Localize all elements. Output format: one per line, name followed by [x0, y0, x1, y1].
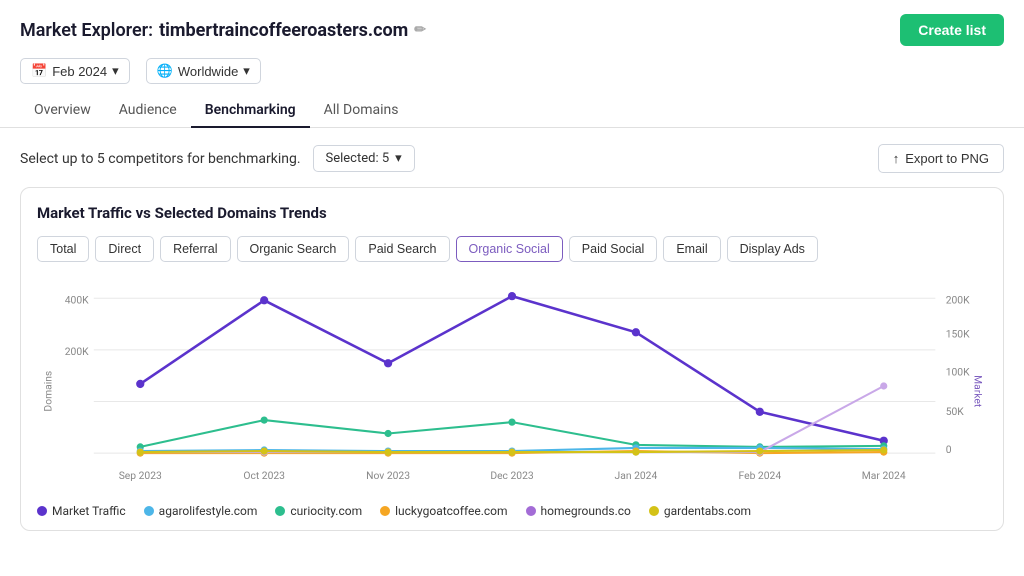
legend-curio: curiocity.com — [275, 504, 362, 518]
svg-text:Nov 2023: Nov 2023 — [366, 469, 410, 482]
svg-text:200K: 200K — [946, 293, 970, 306]
traffic-tabs: Total Direct Referral Organic Search Pai… — [37, 236, 987, 262]
legend-lucky: luckygoatcoffee.com — [380, 504, 507, 518]
header-title: Market Explorer: timbertraincoffeeroaste… — [20, 20, 426, 41]
chart-title: Market Traffic vs Selected Domains Trend… — [37, 204, 987, 222]
legend-dot-lucky — [380, 506, 390, 516]
tab-benchmarking[interactable]: Benchmarking — [191, 94, 310, 128]
traffic-tab-email[interactable]: Email — [663, 236, 720, 262]
export-button[interactable]: ↑ Export to PNG — [878, 144, 1004, 173]
header: Market Explorer: timbertraincoffeeroaste… — [0, 0, 1024, 54]
chevron-down-icon-selected: ▾ — [395, 151, 402, 166]
svg-text:150K: 150K — [946, 327, 970, 340]
traffic-tab-paid-search[interactable]: Paid Search — [355, 236, 449, 262]
calendar-icon: 📅 — [31, 63, 47, 79]
svg-text:400K: 400K — [65, 293, 89, 306]
export-label: Export to PNG — [905, 151, 989, 166]
svg-text:0: 0 — [946, 443, 952, 456]
page-wrapper: Market Explorer: timbertraincoffeeroaste… — [0, 0, 1024, 576]
legend-dot-gardentabs — [649, 506, 659, 516]
legend-market-traffic: Market Traffic — [37, 504, 126, 518]
legend-dot-curio — [275, 506, 285, 516]
legend-label-agaro: agarolifestyle.com — [159, 504, 258, 518]
edit-icon[interactable]: ✏ — [414, 22, 426, 38]
svg-text:Market: Market — [972, 375, 985, 408]
legend-homegrounds: homegrounds.co — [526, 504, 631, 518]
benchmarking-instruction: Select up to 5 competitors for benchmark… — [20, 151, 301, 167]
legend-dot-market — [37, 506, 47, 516]
traffic-tab-display-ads[interactable]: Display Ads — [727, 236, 818, 262]
chart-card: Market Traffic vs Selected Domains Trend… — [20, 187, 1004, 531]
tab-overview[interactable]: Overview — [20, 94, 105, 128]
traffic-tab-organic-social[interactable]: Organic Social — [456, 236, 563, 262]
tab-all-domains[interactable]: All Domains — [310, 94, 413, 128]
svg-text:Feb 2024: Feb 2024 — [739, 469, 782, 482]
tab-audience[interactable]: Audience — [105, 94, 191, 128]
traffic-tab-direct[interactable]: Direct — [95, 236, 154, 262]
create-list-button[interactable]: Create list — [900, 14, 1004, 46]
legend-agaro: agarolifestyle.com — [144, 504, 258, 518]
legend-label-lucky: luckygoatcoffee.com — [395, 504, 507, 518]
svg-text:Domains: Domains — [41, 371, 54, 412]
domain-name: timbertraincoffeeroasters.com — [159, 20, 408, 41]
chart-legend: Market Traffic agarolifestyle.com curioc… — [37, 504, 987, 518]
svg-text:200K: 200K — [65, 345, 89, 358]
legend-dot-homegrounds — [526, 506, 536, 516]
traffic-tab-organic-search[interactable]: Organic Search — [237, 236, 350, 262]
legend-label-market: Market Traffic — [52, 504, 126, 518]
region-filter-button[interactable]: 🌐 Worldwide ▾ — [146, 58, 261, 84]
traffic-tab-referral[interactable]: Referral — [160, 236, 230, 262]
chart-area: 400K 200K Domains 200K 150K 100K 50K 0 M… — [37, 276, 987, 496]
legend-gardentabs: gardentabs.com — [649, 504, 751, 518]
svg-text:50K: 50K — [946, 405, 965, 418]
legend-label-curio: curiocity.com — [290, 504, 362, 518]
svg-text:Oct 2023: Oct 2023 — [243, 469, 285, 482]
svg-text:Dec 2023: Dec 2023 — [490, 469, 534, 482]
benchmarking-left: Select up to 5 competitors for benchmark… — [20, 145, 415, 172]
chevron-down-icon-region: ▾ — [243, 63, 250, 79]
svg-text:Sep 2023: Sep 2023 — [119, 469, 162, 482]
benchmarking-row: Select up to 5 competitors for benchmark… — [20, 144, 1004, 173]
selected-dropdown[interactable]: Selected: 5 ▾ — [313, 145, 415, 172]
svg-text:Jan 2024: Jan 2024 — [615, 469, 658, 482]
svg-text:Mar 2024: Mar 2024 — [862, 469, 906, 482]
legend-label-gardentabs: gardentabs.com — [664, 504, 751, 518]
date-filter-button[interactable]: 📅 Feb 2024 ▾ — [20, 58, 130, 84]
selected-label: Selected: 5 — [326, 151, 390, 166]
svg-text:100K: 100K — [946, 366, 970, 379]
globe-icon: 🌐 — [157, 63, 173, 79]
chevron-down-icon: ▾ — [112, 63, 119, 79]
export-icon: ↑ — [893, 151, 900, 166]
content: Select up to 5 competitors for benchmark… — [0, 128, 1024, 541]
region-filter-label: Worldwide — [178, 64, 238, 79]
traffic-tab-paid-social[interactable]: Paid Social — [569, 236, 658, 262]
title-prefix: Market Explorer: — [20, 20, 153, 41]
traffic-tab-total[interactable]: Total — [37, 236, 89, 262]
legend-dot-agaro — [144, 506, 154, 516]
nav-tabs: Overview Audience Benchmarking All Domai… — [0, 94, 1024, 128]
date-filter-label: Feb 2024 — [52, 64, 107, 79]
filter-bar: 📅 Feb 2024 ▾ 🌐 Worldwide ▾ — [0, 54, 1024, 94]
chart-svg: 400K 200K Domains 200K 150K 100K 50K 0 M… — [37, 276, 987, 496]
legend-label-homegrounds: homegrounds.co — [541, 504, 631, 518]
